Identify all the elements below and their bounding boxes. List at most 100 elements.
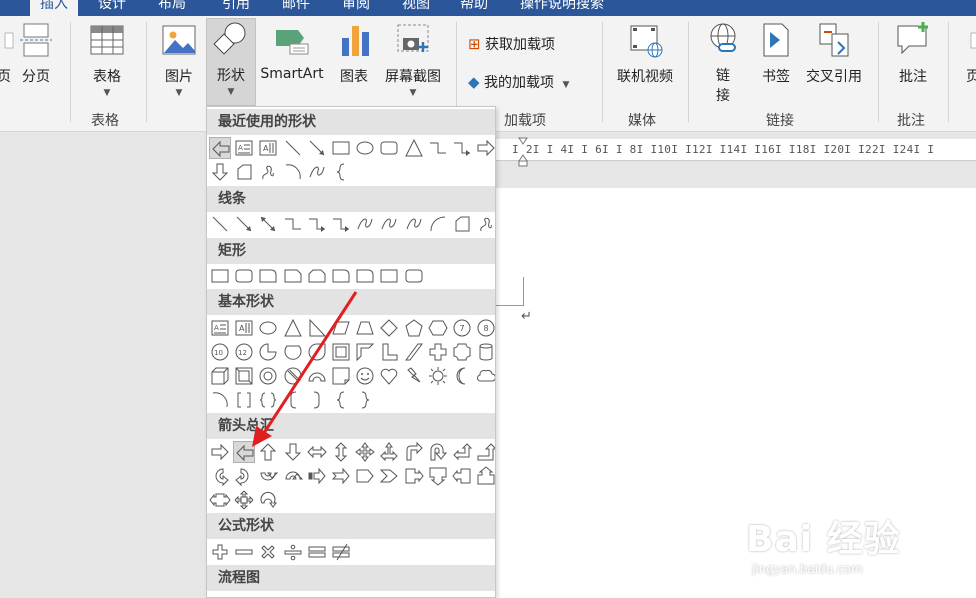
shape-cell-chord[interactable] (282, 341, 304, 363)
shape-cell-flow[interactable] (378, 593, 400, 597)
shape-cell-curve[interactable] (427, 213, 449, 235)
shape-cell-donut[interactable] (257, 365, 279, 387)
my-addins-button[interactable]: ◆ 我的加载项 ▼ (468, 70, 569, 94)
shape-cell-arrowline[interactable] (306, 137, 328, 159)
shape-cell-pent[interactable] (403, 317, 425, 339)
link-button[interactable]: 链接 (702, 20, 744, 104)
shape-cell-rtri[interactable] (306, 317, 328, 339)
shape-cell-striped[interactable] (306, 465, 328, 487)
shape-cell-scurve[interactable] (354, 213, 376, 235)
shape-cell-trap[interactable] (354, 317, 376, 339)
shapes-button[interactable]: 形状 ▼ (206, 18, 256, 106)
shape-cell-leftup[interactable] (451, 441, 473, 463)
shape-cell-cloud[interactable] (475, 365, 495, 387)
shape-cell-scurve[interactable] (306, 161, 328, 183)
shape-cell-diamond[interactable] (378, 317, 400, 339)
shape-cell-moon[interactable] (451, 365, 473, 387)
shape-cell-blockarc[interactable] (306, 365, 328, 387)
shape-cell-callout-r[interactable] (403, 465, 425, 487)
shape-cell-diag[interactable] (403, 341, 425, 363)
shape-cell-arrow-l-r[interactable] (306, 441, 328, 463)
shape-cell-freeform[interactable] (233, 161, 255, 183)
shape-cell-plus[interactable] (427, 341, 449, 363)
shape-cell-vtext[interactable]: A (257, 137, 279, 159)
shape-cell-bevel[interactable] (233, 365, 255, 387)
shape-cell-round1[interactable] (354, 265, 376, 287)
shape-cell-chevron[interactable] (378, 465, 400, 487)
cross-reference-button[interactable]: 交叉引用 (802, 20, 866, 104)
shape-cell-rbrace[interactable] (354, 389, 376, 411)
bookmark-button[interactable]: 书签 (756, 20, 796, 104)
shape-cell-dec[interactable]: 10 (209, 341, 231, 363)
shape-cell-elbow[interactable] (282, 213, 304, 235)
shape-cell-curv-d[interactable] (282, 465, 304, 487)
shape-cell-ellipse[interactable] (354, 137, 376, 159)
shape-cell-snip[interactable] (282, 265, 304, 287)
shape-cell-lr-u[interactable] (378, 441, 400, 463)
pages-button-partial[interactable]: 页 (0, 20, 14, 104)
shape-cell-hex[interactable] (427, 317, 449, 339)
shape-cell-pie[interactable] (257, 341, 279, 363)
shape-cell-uturn[interactable] (427, 441, 449, 463)
shape-cell-fold[interactable] (330, 365, 352, 387)
tab-help[interactable]: 帮助 (450, 0, 498, 16)
shape-cell-lshape[interactable] (378, 341, 400, 363)
page-break-button[interactable]: 分页 (16, 20, 56, 104)
shape-cell-callout-d[interactable] (427, 465, 449, 487)
get-addins-button[interactable]: ⊞ 获取加载项 (468, 32, 555, 56)
shape-cell-tri[interactable] (282, 317, 304, 339)
shape-cell-sun[interactable] (427, 365, 449, 387)
shape-cell-cube[interactable] (209, 365, 231, 387)
header-footer-button-partial[interactable]: 页 (958, 20, 976, 104)
shape-cell-mdiv[interactable] (282, 541, 304, 563)
shape-cell-rrect[interactable] (403, 265, 425, 287)
shape-cell-bent[interactable] (403, 441, 425, 463)
shape-cell-flow[interactable] (427, 593, 449, 597)
shape-cell-flow[interactable] (475, 593, 495, 597)
tab-mailings[interactable]: 邮件 (272, 0, 320, 16)
shape-cell-flow[interactable] (354, 593, 376, 597)
shape-cell-para[interactable] (330, 317, 352, 339)
shape-cell-callout-l[interactable] (451, 465, 473, 487)
shape-cell-arrow-l[interactable] (233, 441, 256, 463)
shape-cell-elbow-arrow[interactable] (330, 213, 352, 235)
shape-cell-callout-u[interactable] (475, 465, 495, 487)
shape-cell-smiley[interactable] (354, 365, 376, 387)
shape-cell-arcshape[interactable] (282, 161, 304, 183)
tab-view[interactable]: 视图 (392, 0, 440, 16)
horizontal-ruler[interactable]: I 2I I 4I I 6I I 8I I10I I12I I14I I16I … (496, 139, 976, 161)
shape-cell-lbrace[interactable] (330, 161, 352, 183)
shape-cell-rect[interactable] (378, 265, 400, 287)
shape-cell-dblarrow[interactable] (257, 213, 279, 235)
shape-cell-bolt[interactable] (403, 365, 425, 387)
tab-review[interactable]: 审阅 (332, 0, 380, 16)
shape-cell-nosym[interactable] (282, 365, 304, 387)
shape-cell-arcshape[interactable] (209, 389, 231, 411)
shape-cell-flow[interactable] (282, 593, 304, 597)
shape-cell-oct[interactable]: 8 (475, 317, 495, 339)
shape-cell-rect[interactable] (209, 265, 231, 287)
shape-cell-round1[interactable] (257, 265, 279, 287)
shape-cell-snip2[interactable] (306, 265, 328, 287)
shape-cell-circ-arrow[interactable] (257, 489, 279, 511)
shape-cell-round1[interactable] (330, 265, 352, 287)
shape-cell-elbow-arrow[interactable] (451, 137, 473, 159)
shape-cell-arrow-d[interactable] (209, 161, 231, 183)
shape-cell-scribble[interactable] (475, 213, 495, 235)
shape-cell-bentup[interactable] (475, 441, 495, 463)
tab-insert[interactable]: 插入 (30, 0, 78, 16)
shape-cell-arrow-r[interactable] (475, 137, 495, 159)
tab-design[interactable]: 设计 (88, 0, 136, 16)
comment-button[interactable]: 批注 (890, 20, 936, 104)
tab-layout[interactable]: 布局 (148, 0, 196, 16)
screenshot-button[interactable]: 屏幕截图 ▼ (382, 20, 444, 104)
shape-cell-brackets[interactable] (233, 389, 255, 411)
shape-cell-mmul[interactable] (257, 541, 279, 563)
shape-cell-mneq[interactable] (330, 541, 352, 563)
shape-cell-dodec[interactable]: 12 (233, 341, 255, 363)
shape-cell-flow[interactable] (306, 593, 328, 597)
shape-cell-mplus[interactable] (209, 541, 231, 563)
shape-cell-scurve[interactable] (378, 213, 400, 235)
shape-cell-can[interactable] (475, 341, 495, 363)
shape-cell-braces[interactable] (257, 389, 279, 411)
